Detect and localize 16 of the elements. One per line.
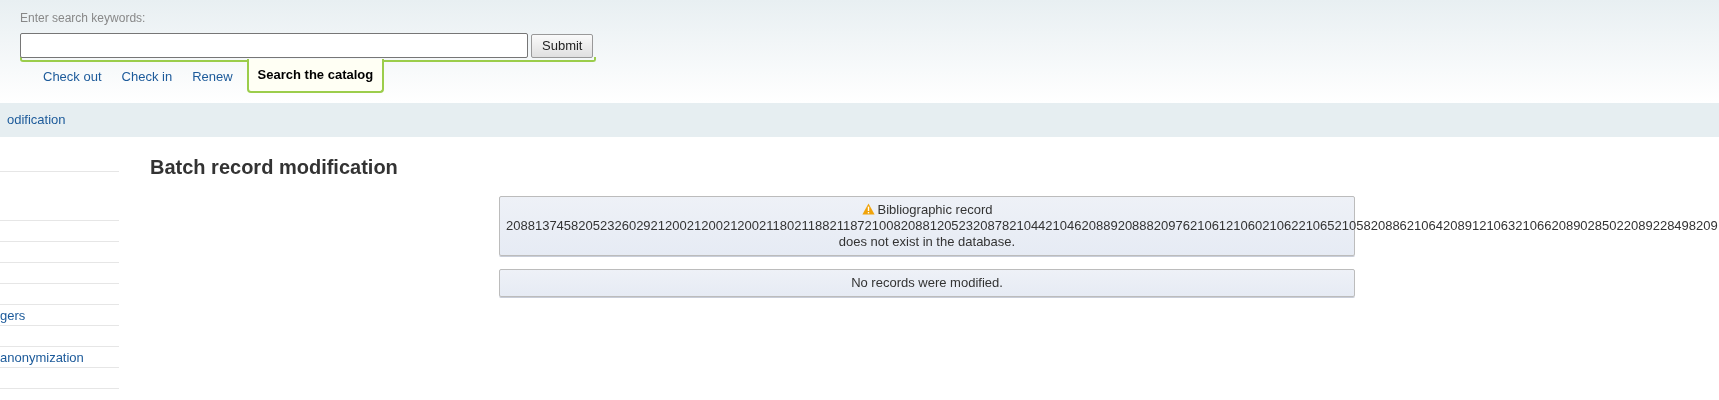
search-field[interactable] (20, 33, 528, 58)
submit-button[interactable]: Submit (531, 33, 594, 58)
sidebar-link[interactable]: anonymization (0, 349, 84, 365)
page-heading: Batch record modification (150, 155, 398, 179)
nav-tab[interactable]: Renew (182, 59, 243, 93)
message-text: Bibliographic record (877, 202, 993, 217)
breadcrumb-link[interactable]: odification (7, 110, 66, 130)
sidebar-link[interactable]: gers (0, 307, 26, 323)
message-text: 208813745820523260292120021200212002118021188211872100820881205232087821044210462088920888209762106121060210622106521058208862106420891210632106620890285022089228498209 (506, 218, 1718, 233)
message-text: does not exist in the database. (838, 234, 1016, 249)
nav-tab[interactable]: Check out (33, 59, 112, 93)
nav-tab[interactable]: Search the catalog (246, 59, 385, 93)
nav-tab[interactable]: Check in (111, 59, 183, 93)
warning-icon (861, 203, 875, 215)
message-text: No records were modified. (851, 275, 1003, 290)
search-label: Enter search keywords: (20, 11, 146, 25)
